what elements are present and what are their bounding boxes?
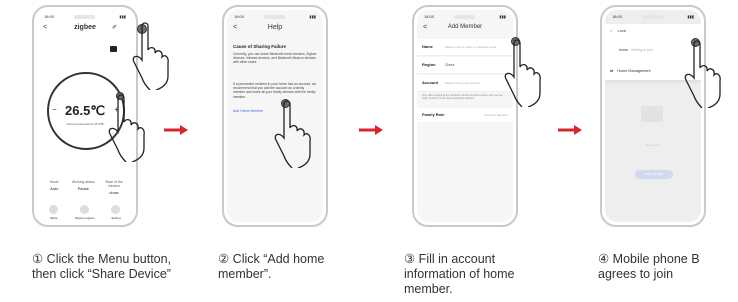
status-time: 18:00	[44, 14, 55, 19]
menu-item-label: Home Management	[617, 69, 651, 73]
step-caption: ① Click the Menu button, then click “Sha…	[32, 252, 171, 282]
signal-icon: ▮▮▮	[499, 14, 506, 19]
info-window-state: State of the window close	[99, 180, 129, 195]
help-heading: Cause of Sharing Failure	[233, 44, 287, 49]
info-value: Pause	[77, 186, 89, 191]
caption-line: ② Click “Add home	[218, 252, 325, 266]
step-caption: ③ Fill in account information of home me…	[404, 252, 514, 297]
add-device-button[interactable]: Add Device	[635, 170, 673, 179]
hand-pointer-icon	[274, 100, 311, 168]
field-label: Region	[422, 62, 436, 67]
setting-button[interactable]: Setting	[111, 205, 121, 220]
mode-button[interactable]: Mode	[49, 205, 59, 220]
step-1: 18:00 ▮▮▮ < zigbee ✐ − + 26.5℃ Current t…	[0, 0, 180, 302]
signal-icon: ▮▮▮	[119, 14, 126, 19]
caption-line: ③ Fill in account	[404, 252, 496, 266]
page-title: zigbee	[74, 24, 96, 31]
clock-icon	[80, 205, 90, 214]
mode-label: Mode	[50, 216, 58, 220]
notch	[641, 15, 663, 19]
setting-label: Setting	[111, 216, 121, 220]
hand-pointer-icon	[108, 94, 145, 162]
caption-line: member.	[404, 282, 453, 296]
info-value: Auto	[50, 186, 59, 191]
caption-line: member”.	[218, 267, 272, 281]
field-label: Name	[422, 44, 433, 49]
caption-line: then click “Share Device”	[32, 267, 171, 281]
caption-line: agrees to join	[598, 267, 674, 281]
add-home-member-link[interactable]: Add Home Member	[233, 109, 263, 113]
signal-icon: ▮▮▮	[309, 14, 316, 19]
field-placeholder: Please enter your account	[445, 81, 480, 85]
step-3: 18:00 ▮▮▮ < Add Member Name Please enter…	[380, 0, 570, 302]
hand-pointer-icon	[132, 22, 169, 90]
settings-sliders-icon: ⇄	[610, 69, 614, 73]
status-bar: 18:00 ▮▮▮	[612, 14, 694, 22]
mode-icon	[49, 205, 59, 214]
arrow-right-icon	[164, 125, 188, 135]
notch	[263, 15, 285, 19]
step-caption: ② Click “Add home member”.	[218, 252, 324, 282]
status-time: 18:00	[234, 14, 245, 19]
status-bar: 18:00 ▮▮▮	[424, 14, 506, 22]
edit-icon[interactable]: ✐	[112, 24, 117, 31]
help-paragraph-1: Currently, you can share Bluetooth mesh …	[233, 52, 317, 65]
menu-item-love[interactable]: ✓ Love	[610, 28, 626, 33]
info-label: Mode	[49, 180, 59, 184]
hand-pointer-icon	[684, 40, 721, 108]
family-role-field[interactable]: Family Role Common Member	[417, 108, 513, 122]
info-row: Mode Auto Working status Pause State of …	[41, 180, 129, 195]
info-label: State of the window	[105, 180, 123, 188]
info-label: Working status	[71, 180, 95, 184]
menu-item-label: home	[619, 48, 628, 52]
field-label: Account	[422, 80, 438, 85]
help-paragraph-2: If a permanent resident in your home has…	[233, 82, 317, 99]
lock-icon	[110, 46, 117, 52]
step-4: 18:00 ▮▮▮ ✓ Love home Setting or join ⇄ …	[570, 0, 738, 302]
status-bar: 18:00 ▮▮▮	[234, 14, 316, 22]
field-placeholder: Please enter a name or remarks name	[445, 45, 497, 49]
info-working-status: Working status Pause	[68, 180, 98, 195]
gear-icon	[111, 205, 121, 214]
info-value: close	[109, 190, 119, 195]
bottom-bar: Mode Week program Setting	[41, 205, 129, 220]
page-title: Add Member	[447, 24, 483, 30]
empty-text: No devices	[645, 143, 661, 147]
step-2: 18:00 ▮▮▮ < Help Cause of Sharing Failur…	[190, 0, 370, 302]
menu-item-hint: Setting or join	[631, 48, 653, 52]
empty-devices-illustration	[641, 106, 663, 122]
field-label: Family Role	[422, 112, 445, 117]
week-program-button[interactable]: Week program	[75, 205, 95, 220]
check-icon: ✓	[610, 28, 614, 33]
menu-item-home[interactable]: home Setting or join	[619, 48, 653, 52]
signal-icon: ▮▮▮	[687, 14, 694, 19]
caption-line: information of home	[404, 267, 515, 281]
step-caption: ④ Mobile phone B agrees to join	[598, 252, 700, 282]
page-title: Help	[267, 24, 283, 31]
info-mode: Mode Auto	[41, 180, 67, 195]
field-value: China	[445, 63, 455, 67]
caption-line: ④ Mobile phone B	[598, 252, 700, 266]
caption-line: ① Click the Menu button,	[32, 252, 172, 266]
field-value: Common Member	[483, 113, 508, 117]
status-time: 18:00	[612, 14, 623, 19]
invitation-note: Only after accepting the invitation will…	[422, 94, 503, 101]
status-bar: 18:00 ▮▮▮	[44, 14, 126, 22]
week-program-label: Week program	[75, 216, 95, 220]
notch	[453, 15, 475, 19]
hand-pointer-icon	[504, 39, 541, 107]
notch	[73, 15, 95, 19]
menu-item-home-management[interactable]: ⇄ Home Management	[610, 68, 651, 73]
status-time: 18:00	[424, 14, 435, 19]
menu-item-label: Love	[617, 28, 627, 33]
